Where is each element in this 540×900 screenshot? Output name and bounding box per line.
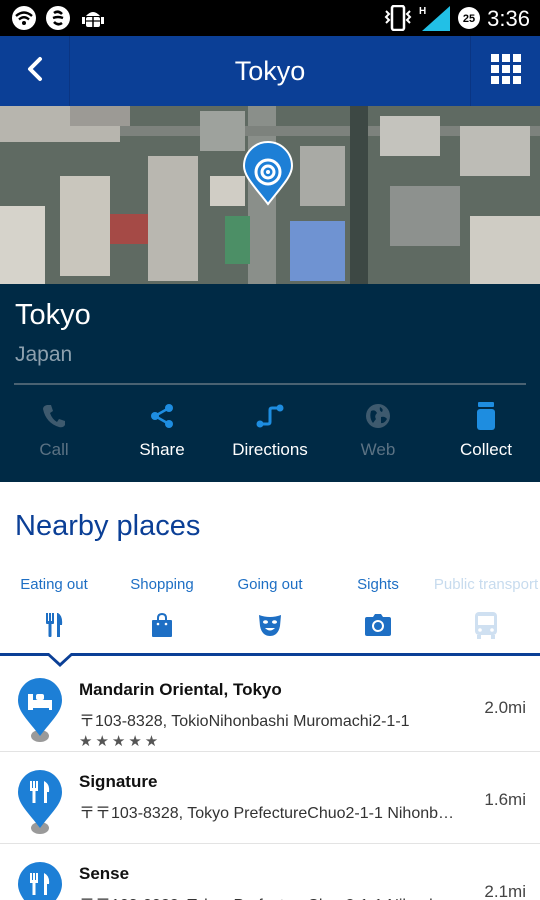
list-item[interactable]: Mandarin Oriental, Tokyo 〒103-8328, Toki… — [0, 660, 540, 752]
collect-icon — [476, 402, 496, 430]
place-info-panel: Tokyo Japan Call Share Directions Web Co… — [0, 284, 540, 482]
web-label: Web — [360, 440, 396, 459]
place-country: Japan — [15, 343, 73, 366]
tab-public-transport-label: Public transport — [433, 576, 539, 593]
place-distance: 2.1mi — [484, 882, 526, 900]
tab-going-out-label: Going out — [237, 576, 303, 593]
collect-label: Collect — [460, 440, 512, 459]
fork-knife-icon — [16, 768, 64, 838]
collect-button[interactable]: Collect — [432, 402, 540, 464]
tab-eating-out-label: Eating out — [20, 576, 88, 593]
tab-shopping-label: Shopping — [130, 576, 194, 593]
list-item[interactable]: Signature 〒〒103-8328, Tokyo PrefectureCh… — [0, 752, 540, 844]
camera-icon — [365, 610, 391, 640]
status-time: 3:36 — [487, 6, 530, 31]
grid-menu-icon — [490, 53, 521, 89]
place-distance: 2.0mi — [484, 698, 526, 717]
bus-icon — [474, 610, 498, 640]
place-name: Mandarin Oriental, Tokyo — [79, 680, 282, 699]
chevron-left-icon — [25, 56, 45, 87]
signal-icon: H — [418, 5, 452, 31]
place-address: 〒〒103-8328, Tokyo PrefectureChuo2-1-1 Ni… — [79, 805, 459, 822]
directions-label: Directions — [232, 440, 308, 459]
vibrate-icon — [383, 5, 413, 31]
call-button[interactable]: Call — [0, 402, 108, 464]
grid-menu-button[interactable] — [470, 36, 540, 106]
battery-icon: 25 — [456, 5, 482, 31]
place-name: Signature — [79, 772, 158, 791]
app-bar: Tokyo — [0, 36, 540, 106]
globe-icon — [365, 402, 391, 430]
fork-knife-icon — [16, 860, 64, 900]
tab-sights[interactable]: Sights — [324, 574, 432, 654]
list-item[interactable]: Sense 〒〒103-0022, Tokyo PrefectureChuo2-… — [0, 844, 540, 900]
share-label: Share — [139, 440, 185, 459]
divider — [14, 383, 526, 385]
fork-knife-icon — [44, 610, 64, 640]
hotel-bed-icon — [16, 676, 64, 746]
category-tabs: Eating out Shopping Going out Sights Pub… — [0, 574, 540, 654]
page-title: Tokyo — [234, 56, 306, 86]
nearby-places-heading: Nearby places — [15, 510, 201, 542]
category-tab-underline — [0, 653, 540, 656]
place-address: 〒〒103-0022, Tokyo PrefectureChuo2-1-1 Ni… — [79, 891, 459, 900]
phone-icon — [42, 402, 66, 430]
shopping-bag-icon — [151, 610, 173, 640]
place-distance: 1.6mi — [484, 790, 526, 809]
battery-level: 25 — [463, 13, 475, 25]
back-button[interactable] — [0, 36, 70, 106]
tab-going-out[interactable]: Going out — [216, 574, 324, 654]
svg-text:H: H — [419, 6, 426, 17]
share-button[interactable]: Share — [108, 402, 216, 464]
wifi-icon — [10, 5, 38, 31]
tab-public-transport[interactable]: Public transport — [432, 574, 540, 654]
sync-icon — [44, 5, 72, 31]
place-name: Sense — [79, 864, 130, 883]
call-label: Call — [39, 440, 69, 459]
mask-icon — [258, 610, 282, 640]
status-bar: H 25 3:36 — [0, 0, 540, 36]
directions-icon — [256, 402, 284, 430]
web-button[interactable]: Web — [324, 402, 432, 464]
tab-shopping[interactable]: Shopping — [108, 574, 216, 654]
place-address: 〒103-8328, TokioNihonbashi Muromachi2-1-… — [79, 713, 410, 730]
android-debug-icon — [80, 5, 106, 31]
place-name: Tokyo — [15, 299, 91, 331]
tab-sights-label: Sights — [357, 576, 399, 593]
directions-button[interactable]: Directions — [216, 402, 324, 464]
tab-eating-out[interactable]: Eating out — [0, 574, 108, 654]
satellite-map[interactable] — [0, 106, 540, 284]
nearby-places-list: Mandarin Oriental, Tokyo 〒103-8328, Toki… — [0, 660, 540, 900]
action-bar: Call Share Directions Web Collect — [0, 402, 540, 464]
place-rating: ★★★★★ — [79, 733, 162, 750]
share-icon — [149, 402, 175, 430]
